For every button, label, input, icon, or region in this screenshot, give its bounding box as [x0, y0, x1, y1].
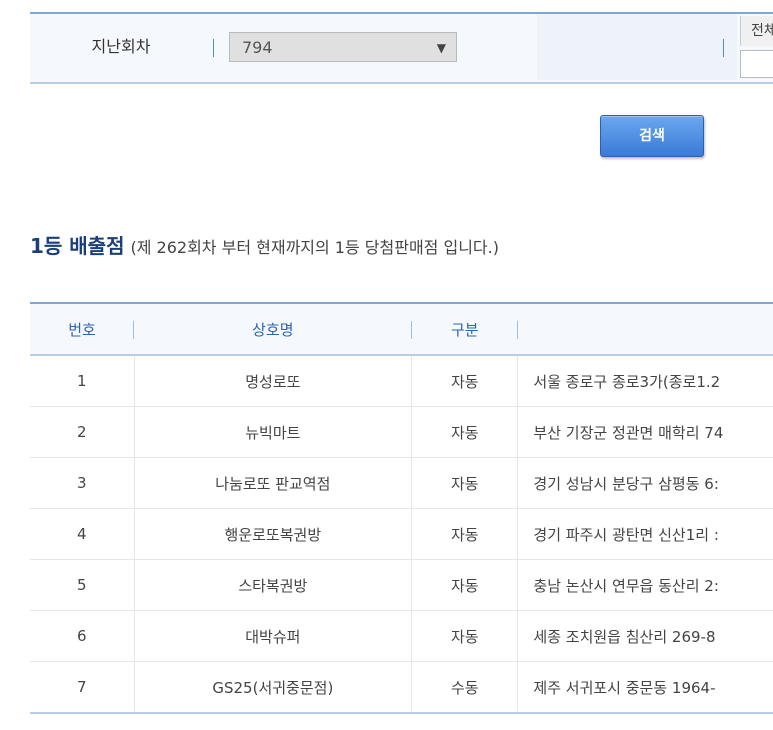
- round-label: 지난회차: [91, 37, 151, 56]
- chevron-down-icon: ▼: [436, 41, 446, 55]
- header-no: 번호: [30, 302, 135, 356]
- page-subtitle: (제 262회차 부터 현재까지의 1등 당첨판매점 입니다.): [130, 238, 499, 257]
- cell-no: 1: [30, 355, 135, 407]
- cell-no: 3: [30, 457, 135, 509]
- cell-address: 충남 논산시 연무읍 동산리 2:: [517, 559, 773, 611]
- table-row: 7 GS25(서귀중문점) 수동 제주 서귀포시 중문동 1964-: [30, 661, 773, 714]
- cell-type: 수동: [411, 661, 519, 714]
- cell-address: 부산 기장군 정관면 매학리 74: [517, 406, 773, 458]
- table-row: 2 뉴빅마트 자동 부산 기장군 정관면 매학리 74: [30, 406, 773, 458]
- section-title: 1등 배출점 (제 262회차 부터 현재까지의 1등 당첨판매점 입니다.): [30, 230, 499, 259]
- table-row: 4 행운로또복권방 자동 경기 파주시 광탄면 신산1리 :: [30, 508, 773, 560]
- winners-table: 번호 상호명 구분 1 명성로또 자동 서울 종로구 종로3가(종로1.2 2 …: [30, 302, 773, 714]
- cell-name: 명성로또: [134, 355, 413, 407]
- cell-name: 뉴빅마트: [134, 406, 413, 458]
- cell-address: 경기 성남시 분당구 삼평동 6:: [517, 457, 773, 509]
- cell-address: 제주 서귀포시 중문동 1964-: [517, 661, 773, 714]
- cell-name: 스타복권방: [134, 559, 413, 611]
- divider: [723, 39, 724, 57]
- range-label: 전체: [740, 16, 773, 46]
- cell-name: 행운로또복권방: [134, 508, 413, 560]
- cell-type: 자동: [411, 508, 519, 560]
- cell-type: 자동: [411, 610, 519, 662]
- cell-type: 자동: [411, 355, 519, 407]
- cell-no: 5: [30, 559, 135, 611]
- table-row: 6 대박슈퍼 자동 세종 조치원읍 침산리 269-8: [30, 610, 773, 662]
- cell-no: 4: [30, 508, 135, 560]
- header-address: [517, 302, 773, 356]
- cell-type: 자동: [411, 559, 519, 611]
- round-select-value: 794: [242, 38, 273, 57]
- cell-type: 자동: [411, 406, 519, 458]
- table-row: 5 스타복권방 자동 충남 논산시 연무읍 동산리 2:: [30, 559, 773, 611]
- cell-name: GS25(서귀중문점): [134, 661, 413, 714]
- cell-name: 대박슈퍼: [134, 610, 413, 662]
- cell-address: 세종 조치원읍 침산리 269-8: [517, 610, 773, 662]
- range-input[interactable]: [740, 50, 773, 78]
- header-type: 구분: [411, 302, 518, 356]
- round-select[interactable]: 794 ▼: [229, 32, 457, 62]
- search-bar: 지난회차 794 ▼ 전체: [30, 12, 773, 84]
- cell-no: 7: [30, 661, 135, 714]
- header-name: 상호명: [134, 302, 412, 356]
- divider: [213, 39, 214, 57]
- cell-address: 경기 파주시 광탄면 신산1리 :: [517, 508, 773, 560]
- table-row: 1 명성로또 자동 서울 종로구 종로3가(종로1.2: [30, 355, 773, 407]
- cell-name: 나눔로또 판교역점: [134, 457, 413, 509]
- cell-address: 서울 종로구 종로3가(종로1.2: [517, 355, 773, 407]
- page-title: 1등 배출점: [30, 234, 125, 258]
- cell-no: 6: [30, 610, 135, 662]
- search-filler-cell: [537, 14, 737, 80]
- table-row: 3 나눔로또 판교역점 자동 경기 성남시 분당구 삼평동 6:: [30, 457, 773, 509]
- search-button[interactable]: 검색: [600, 115, 704, 157]
- table-header-row: 번호 상호명 구분: [30, 302, 773, 356]
- cell-no: 2: [30, 406, 135, 458]
- cell-type: 자동: [411, 457, 519, 509]
